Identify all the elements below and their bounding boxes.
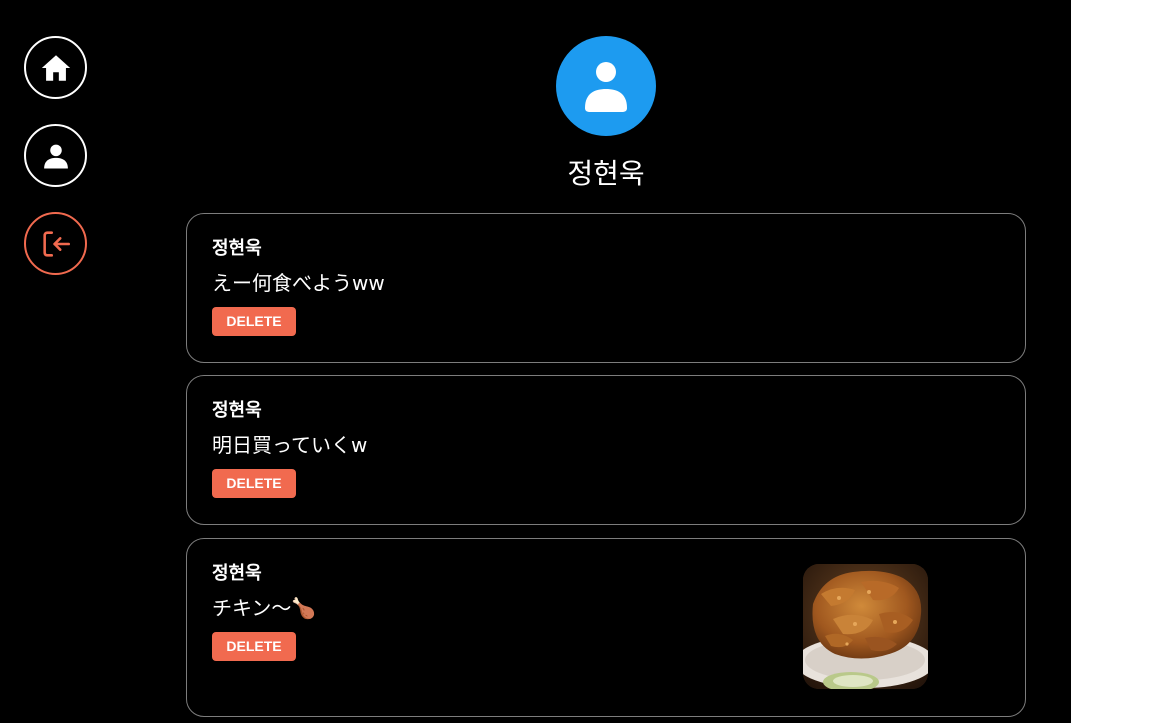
logout-icon	[42, 230, 70, 257]
user-icon	[585, 62, 627, 112]
post-card: 정현욱 明日買っていくw DELETE	[186, 375, 1026, 525]
post-card: 정현욱 えー何食べようww DELETE	[186, 213, 1026, 363]
nav-profile-button[interactable]	[24, 124, 87, 187]
user-icon	[43, 144, 68, 168]
post-photo	[803, 564, 928, 689]
post-text: チキン〜🍗	[212, 596, 317, 620]
app-window: 정현욱 정현욱 えー何食べようww DELETE 정현욱 明日買っていくw DE…	[0, 0, 1071, 723]
home-icon	[41, 54, 70, 81]
post-card: 정현욱 チキン〜🍗 DELETE	[186, 538, 1026, 717]
delete-button[interactable]: DELETE	[212, 307, 296, 336]
fried-chicken-photo	[803, 564, 928, 689]
delete-button[interactable]: DELETE	[212, 469, 296, 498]
profile-name: 정현욱	[567, 157, 645, 190]
side-nav	[24, 36, 88, 300]
post-author: 정현욱	[212, 238, 262, 259]
post-text: えー何食べようww	[212, 271, 385, 295]
profile-avatar	[556, 36, 656, 136]
delete-button[interactable]: DELETE	[212, 632, 296, 661]
post-author: 정현욱	[212, 400, 262, 421]
nav-logout-button[interactable]	[24, 212, 87, 275]
post-author: 정현욱	[212, 563, 262, 584]
post-text: 明日買っていくw	[212, 433, 368, 457]
nav-home-button[interactable]	[24, 36, 87, 99]
